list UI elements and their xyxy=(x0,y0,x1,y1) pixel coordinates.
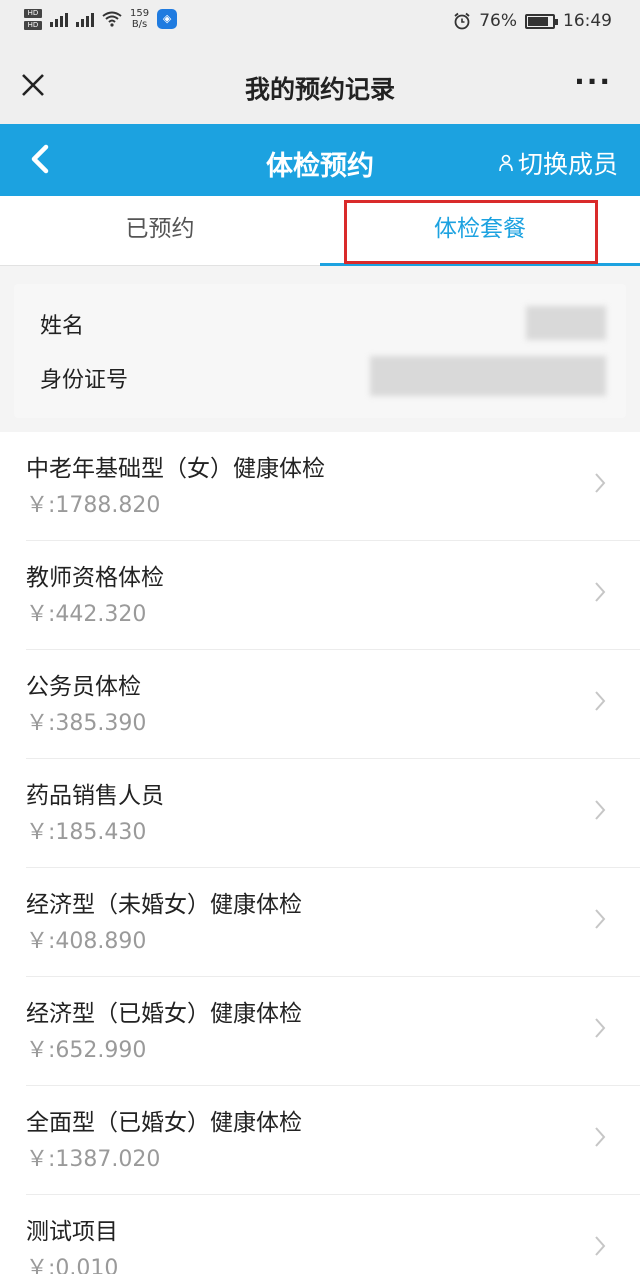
package-price: ￥:442.320 xyxy=(26,602,147,627)
more-button[interactable]: ··· xyxy=(574,68,612,96)
tab-label: 已预约 xyxy=(125,216,195,242)
package-name: 测试项目 xyxy=(26,1219,118,1245)
tab-booked[interactable]: 已预约 xyxy=(0,196,320,266)
chevron-right-icon xyxy=(595,800,606,820)
package-list-item[interactable]: 经济型（已婚女）健康体检 ￥:652.990 xyxy=(26,977,640,1086)
chevron-right-icon xyxy=(595,909,606,929)
person-icon xyxy=(499,154,513,172)
id-number-label: 身份证号 xyxy=(40,368,129,393)
name-value-redacted xyxy=(526,306,606,340)
package-price: ￥:0.010 xyxy=(26,1256,119,1274)
chevron-right-icon xyxy=(595,473,606,493)
user-info-section: 姓名 身份证号 xyxy=(0,266,640,432)
wifi-icon xyxy=(102,11,122,27)
alarm-icon xyxy=(454,12,470,30)
hd-icon: HD xyxy=(24,8,42,18)
chevron-right-icon xyxy=(595,1018,606,1038)
chevron-right-icon xyxy=(595,1236,606,1256)
package-price: ￥:385.390 xyxy=(26,711,147,736)
package-price: ￥:408.890 xyxy=(26,929,147,954)
package-name: 公务员体检 xyxy=(26,674,141,700)
status-right: 76% 16:49 xyxy=(453,11,612,31)
package-name: 教师资格体检 xyxy=(26,565,164,591)
package-price: ￥:1387.020 xyxy=(26,1147,161,1172)
switch-member-button[interactable]: 切换成员 xyxy=(498,145,618,181)
clock: 16:49 xyxy=(563,11,612,31)
hd-icon: HD xyxy=(24,20,42,30)
sim-icons: HD HD xyxy=(24,8,42,30)
chevron-right-icon xyxy=(595,1127,606,1147)
package-list-item[interactable]: 中老年基础型（女）健康体检 ￥:1788.820 xyxy=(26,432,640,541)
user-info-card: 姓名 身份证号 xyxy=(14,284,626,418)
battery-icon xyxy=(525,13,558,29)
page-title: 我的预约记录 xyxy=(244,75,395,104)
package-price: ￥:652.990 xyxy=(26,1038,147,1063)
chevron-right-icon xyxy=(595,691,606,711)
battery-percent: 76% xyxy=(479,11,517,31)
package-price: ￥:185.430 xyxy=(26,820,147,845)
package-list-item[interactable]: 公务员体检 ￥:385.390 xyxy=(26,650,640,759)
package-name: 经济型（已婚女）健康体检 xyxy=(26,1001,302,1027)
id-number-value-redacted xyxy=(370,356,606,396)
status-left: HD HD 159 B/s ◈ xyxy=(24,8,178,30)
package-list-item[interactable]: 全面型（已婚女）健康体检 ￥:1387.020 xyxy=(26,1086,640,1195)
package-name: 全面型（已婚女）健康体检 xyxy=(26,1110,302,1136)
status-bar: HD HD 159 B/s ◈ 76% 16:49 xyxy=(0,0,640,46)
network-speed: 159 B/s xyxy=(130,8,150,30)
package-name: 药品销售人员 xyxy=(26,783,164,809)
switch-member-label: 切换成员 xyxy=(517,150,618,179)
package-list-item[interactable]: 药品销售人员 ￥:185.430 xyxy=(26,759,640,868)
highlight-annotation xyxy=(344,200,598,264)
signal-icon xyxy=(76,11,94,27)
package-name: 经济型（未婚女）健康体检 xyxy=(26,892,302,918)
package-list: 中老年基础型（女）健康体检 ￥:1788.820 教师资格体检 ￥:442.320 公务… xyxy=(0,432,640,1274)
package-name: 中老年基础型（女）健康体检 xyxy=(26,456,325,482)
package-list-item[interactable]: 教师资格体检 ￥:442.320 xyxy=(26,541,640,650)
shield-app-icon: ◈ xyxy=(157,9,178,29)
name-label: 姓名 xyxy=(40,314,85,339)
package-list-item[interactable]: 测试项目 ￥:0.010 xyxy=(26,1195,640,1274)
signal-icon xyxy=(50,11,68,27)
chevron-right-icon xyxy=(595,582,606,602)
title-bar: 我的预约记录 ··· xyxy=(0,46,640,124)
package-list-item[interactable]: 经济型（未婚女）健康体检 ￥:408.890 xyxy=(26,868,640,977)
package-price: ￥:1788.820 xyxy=(26,493,161,518)
app-header: 体检预约 切换成员 xyxy=(0,124,640,196)
